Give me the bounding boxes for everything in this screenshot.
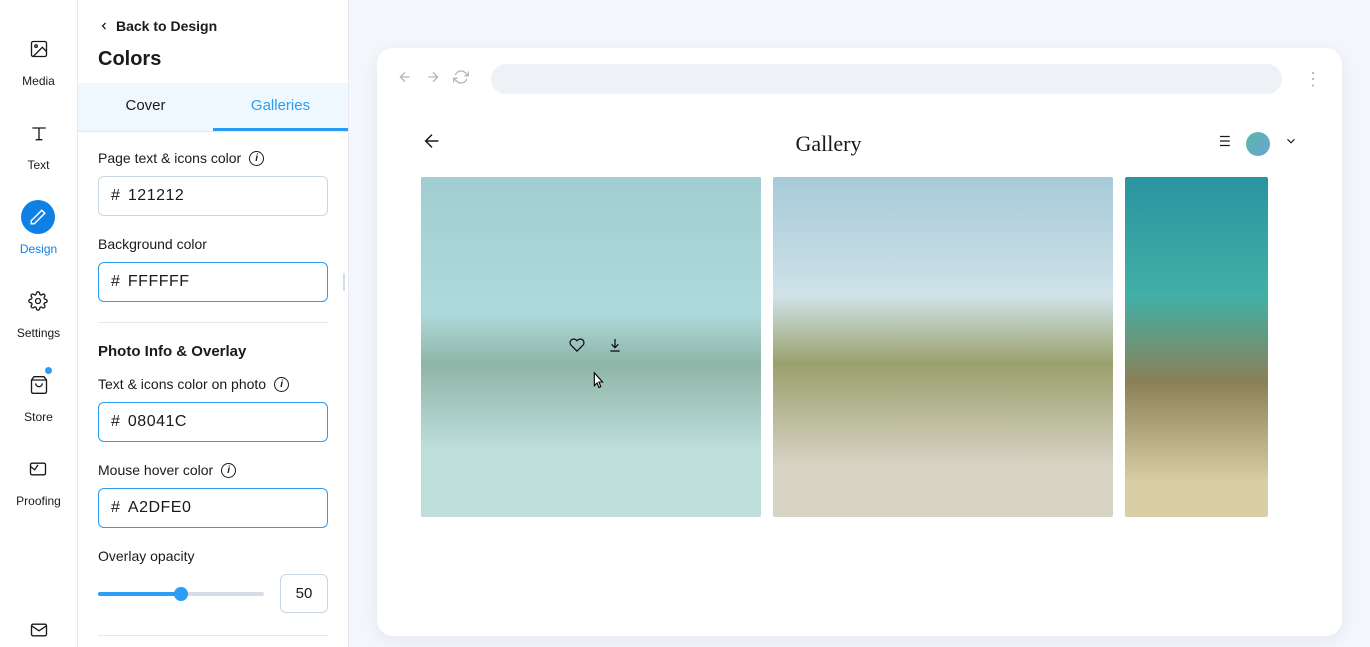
- rail-label: Text: [27, 158, 49, 172]
- gallery-row: [377, 177, 1342, 517]
- hover-color-value[interactable]: [128, 499, 335, 517]
- divider: [98, 635, 328, 636]
- hash-prefix: #: [111, 187, 120, 205]
- nav-back-icon[interactable]: [397, 69, 413, 90]
- background-color-input[interactable]: #: [98, 262, 328, 302]
- text-icon: [22, 116, 56, 150]
- text-on-photo-color-value[interactable]: [128, 413, 335, 431]
- rail-item-media[interactable]: Media: [22, 32, 56, 88]
- background-color-value[interactable]: [128, 273, 335, 291]
- text-on-photo-label: Text & icons color on photo i: [98, 376, 328, 392]
- rail-label: Design: [20, 242, 57, 256]
- preview-browser: ⋮ Gallery: [377, 48, 1342, 636]
- photo-action-icons: [569, 337, 623, 358]
- chevron-down-icon[interactable]: [1284, 134, 1298, 153]
- nav-forward-icon[interactable]: [425, 69, 441, 90]
- hover-label: Mouse hover color i: [98, 462, 328, 478]
- hover-color-input[interactable]: #: [98, 488, 328, 528]
- gallery-image-1[interactable]: [421, 177, 761, 517]
- hash-prefix: #: [111, 499, 120, 517]
- info-icon[interactable]: i: [221, 463, 236, 478]
- more-menu-icon[interactable]: ⋮: [1304, 69, 1322, 90]
- rail-label: Settings: [17, 326, 60, 340]
- slider-fill: [98, 592, 181, 596]
- preview-canvas: ⋮ Gallery: [349, 0, 1370, 647]
- opacity-value[interactable]: 50: [280, 574, 328, 613]
- tab-galleries[interactable]: Galleries: [213, 83, 348, 131]
- back-label: Back to Design: [116, 18, 217, 34]
- info-icon[interactable]: i: [249, 151, 264, 166]
- panel-title: Colors: [98, 48, 328, 71]
- color-swatch[interactable]: [343, 273, 345, 291]
- heart-icon[interactable]: [569, 337, 585, 358]
- opacity-slider-row: 50: [98, 574, 328, 613]
- rail-item-proofing[interactable]: Proofing: [16, 452, 61, 508]
- page-text-color-input[interactable]: #: [98, 176, 328, 216]
- gallery-back-icon[interactable]: [421, 130, 443, 157]
- rail-item-settings[interactable]: Settings: [17, 284, 60, 340]
- rail-item-design[interactable]: Design: [20, 200, 57, 256]
- left-rail: Media Text Design Settings Store Proofin…: [0, 0, 78, 647]
- gallery-title: Gallery: [796, 131, 862, 157]
- divider: [98, 322, 328, 323]
- slider-thumb[interactable]: [174, 587, 188, 601]
- page-text-label: Page text & icons color i: [98, 150, 328, 166]
- proofing-icon: [21, 452, 55, 486]
- rail-item-mail[interactable]: [22, 613, 56, 647]
- download-icon[interactable]: [607, 337, 623, 358]
- rail-label: Proofing: [16, 494, 61, 508]
- rail-item-store[interactable]: Store: [22, 368, 56, 424]
- hash-prefix: #: [111, 273, 120, 291]
- gear-icon: [21, 284, 55, 318]
- list-icon[interactable]: [1214, 132, 1232, 155]
- avatar[interactable]: [1246, 132, 1270, 156]
- gallery-header: Gallery: [377, 110, 1342, 177]
- hash-prefix: #: [111, 413, 120, 431]
- rail-item-text[interactable]: Text: [22, 116, 56, 172]
- nav-reload-icon[interactable]: [453, 69, 469, 90]
- chevron-left-icon: [98, 20, 110, 32]
- notification-dot: [45, 367, 52, 374]
- rail-label: Media: [22, 74, 55, 88]
- browser-bar: ⋮: [377, 48, 1342, 110]
- info-icon[interactable]: i: [274, 377, 289, 392]
- text-on-photo-color-input[interactable]: #: [98, 402, 328, 442]
- pointer-cursor-icon: [587, 371, 609, 398]
- gallery-header-right: [1214, 132, 1298, 156]
- mail-icon: [22, 613, 56, 647]
- rail-label: Store: [24, 410, 53, 424]
- opacity-slider[interactable]: [98, 592, 264, 596]
- tab-cover[interactable]: Cover: [78, 83, 213, 131]
- panel-header: Back to Design Colors: [78, 0, 348, 83]
- opacity-label: Overlay opacity: [98, 548, 328, 564]
- gallery-image-3[interactable]: [1125, 177, 1268, 517]
- page-text-color-value[interactable]: [128, 187, 335, 205]
- photo-info-section-title: Photo Info & Overlay: [98, 343, 328, 360]
- design-panel: Back to Design Colors Cover Galleries Pa…: [78, 0, 349, 647]
- pencil-icon: [21, 200, 55, 234]
- panel-tabs: Cover Galleries: [78, 83, 348, 132]
- url-bar[interactable]: [491, 64, 1282, 94]
- panel-body: Page text & icons color i # Background c…: [78, 132, 348, 647]
- image-icon: [22, 32, 56, 66]
- back-to-design-link[interactable]: Back to Design: [98, 18, 328, 34]
- gallery-image-2[interactable]: [773, 177, 1113, 517]
- background-label: Background color: [98, 236, 328, 252]
